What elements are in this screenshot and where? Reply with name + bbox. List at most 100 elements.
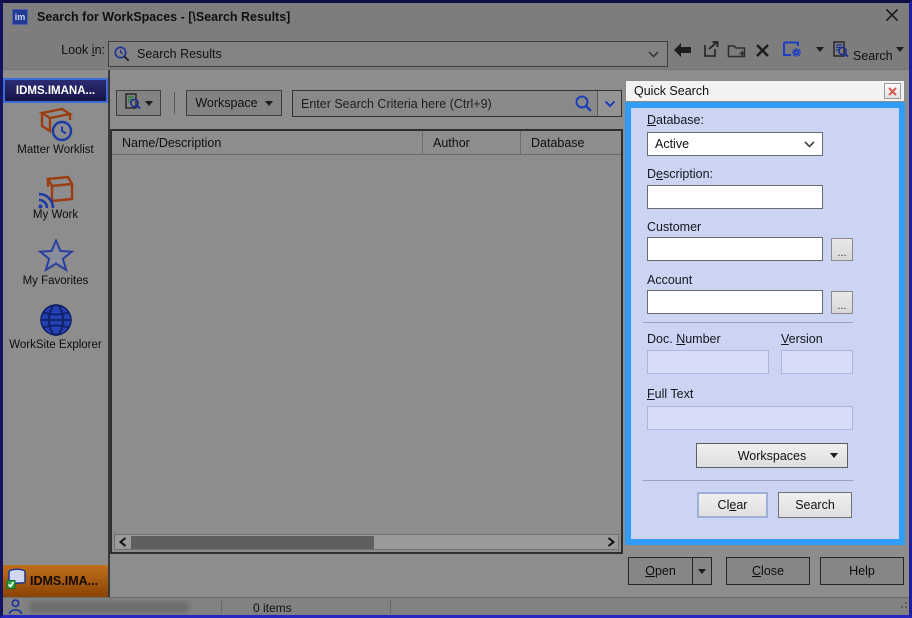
sidebar-label-my-work[interactable]: My Work <box>3 209 108 222</box>
database-select[interactable]: Active <box>647 132 823 156</box>
search-criteria-box <box>292 90 622 117</box>
search-menu-button[interactable] <box>832 40 849 63</box>
look-in-value: Search Results <box>137 47 648 61</box>
sidebar-item-my-work[interactable] <box>3 173 108 214</box>
customer-browse-button[interactable]: ... <box>831 238 853 261</box>
new-folder-icon <box>727 42 746 63</box>
view-options-dropdown[interactable] <box>816 47 824 52</box>
search-options-dropdown[interactable] <box>597 91 621 116</box>
quick-search-header: Quick Search <box>625 80 905 102</box>
app-logo-icon: im <box>12 9 28 25</box>
title-bar: im Search for WorkSpaces - [\Search Resu… <box>3 3 909 30</box>
column-header-author[interactable]: Author <box>423 131 521 154</box>
status-bar: 0 items <box>3 597 909 615</box>
person-icon <box>8 599 23 618</box>
export-button[interactable] <box>702 40 720 63</box>
description-input[interactable] <box>647 185 823 209</box>
items-count: 0 items <box>253 601 292 615</box>
account-input[interactable] <box>647 290 823 314</box>
view-options-button[interactable] <box>782 40 803 63</box>
back-button[interactable] <box>672 42 692 63</box>
workspaces-dropdown-button[interactable]: Workspaces <box>696 443 848 468</box>
quick-search-title: Quick Search <box>634 84 884 98</box>
database-select-value: Active <box>655 137 804 151</box>
account-label: Account <box>647 273 692 287</box>
workspace-filter-button[interactable]: Workspace <box>186 90 282 116</box>
chevron-down-icon <box>265 101 273 106</box>
delete-button[interactable] <box>755 43 770 63</box>
server-tab-label: IDMS.IMA... <box>30 574 98 588</box>
chevron-down-icon[interactable] <box>648 51 659 58</box>
window-gear-icon <box>782 40 803 63</box>
clear-button[interactable]: Clear <box>697 492 768 518</box>
sidebar-item-worksite-explorer[interactable] <box>3 303 108 342</box>
magnifier-icon[interactable] <box>574 94 593 113</box>
full-text-label: Full Text <box>647 387 693 401</box>
database-check-icon <box>6 568 28 594</box>
toolbar-separator <box>174 92 175 114</box>
results-list: Name/Description Author Database <box>110 129 623 554</box>
form-separator <box>643 322 853 323</box>
status-divider <box>390 600 391 614</box>
quick-search-panel: Quick Search Database: Active Descriptio… <box>625 80 905 545</box>
export-icon <box>702 40 720 63</box>
scrollbar-thumb[interactable] <box>131 536 374 549</box>
column-header-name[interactable]: Name/Description <box>112 131 423 154</box>
version-input[interactable] <box>781 350 853 374</box>
search-criteria-input[interactable] <box>293 97 572 111</box>
search-menu-dropdown[interactable] <box>896 47 904 52</box>
chevron-down-icon <box>816 47 824 52</box>
chevron-down-icon <box>698 569 706 574</box>
workspace-filter-label: Workspace <box>195 96 257 110</box>
new-folder-button[interactable] <box>727 42 746 63</box>
customer-label: Customer <box>647 220 701 234</box>
version-label: Version <box>781 332 823 346</box>
globe-icon <box>39 303 73 342</box>
look-in-combobox[interactable]: Search Results <box>108 41 668 67</box>
result-view-button[interactable] <box>116 90 161 116</box>
box-rss-icon <box>36 173 76 214</box>
search-for-workspaces-window: im Search for WorkSpaces - [\Search Resu… <box>0 0 912 618</box>
full-text-input[interactable] <box>647 406 853 430</box>
search-button[interactable]: Search <box>778 492 852 518</box>
search-results-icon <box>113 45 131 63</box>
status-divider <box>221 600 222 614</box>
window-title: Search for WorkSpaces - [\Search Results… <box>37 10 290 24</box>
open-button[interactable]: Open <box>629 558 693 584</box>
window-close-button[interactable] <box>884 9 900 25</box>
help-button[interactable]: Help <box>820 557 904 585</box>
back-arrow-icon <box>672 42 692 63</box>
form-separator <box>643 480 853 481</box>
doc-number-input[interactable] <box>647 350 769 374</box>
results-header-row: Name/Description Author Database <box>112 131 621 155</box>
customer-input[interactable] <box>647 237 823 261</box>
delete-x-icon <box>755 43 770 63</box>
quick-search-form: Database: Active Description: Customer .… <box>625 102 905 545</box>
quick-search-close-button[interactable] <box>884 83 901 99</box>
sidebar-item-my-favorites[interactable] <box>3 239 108 278</box>
server-tab-selected[interactable]: IDMS.IMA... <box>3 565 108 597</box>
sidebar-label-my-favorites[interactable]: My Favorites <box>3 275 108 288</box>
resize-grip-icon[interactable] <box>898 596 908 614</box>
description-label: Description: <box>647 167 713 181</box>
account-browse-button[interactable]: ... <box>831 291 853 314</box>
sidebar-label-matter-worklist[interactable]: Matter Worklist <box>3 144 108 157</box>
chevron-down-icon <box>830 453 838 458</box>
search-document-icon <box>832 40 849 63</box>
redacted-username <box>29 602 189 613</box>
chevron-down-icon <box>896 47 904 52</box>
scroll-right-button[interactable] <box>603 535 618 549</box>
scroll-left-button[interactable] <box>115 535 130 549</box>
sidebar-item-matter-worklist[interactable] <box>3 106 108 149</box>
doc-number-label: Doc. Number <box>647 332 721 346</box>
close-button[interactable]: Close <box>726 557 810 585</box>
sidebar-label-worksite-explorer[interactable]: WorkSite Explorer <box>3 339 108 352</box>
search-menu-label[interactable]: Search <box>853 49 893 63</box>
horizontal-scrollbar[interactable] <box>114 534 619 550</box>
open-dropdown-button[interactable] <box>693 558 711 584</box>
chevron-down-icon <box>145 101 153 106</box>
column-header-database[interactable]: Database <box>521 131 621 154</box>
sidebar-header-database[interactable]: IDMS.IMANA... <box>3 78 108 103</box>
chevron-down-icon <box>804 141 815 148</box>
main-toolbar: Look in: Search Results <box>3 30 909 70</box>
